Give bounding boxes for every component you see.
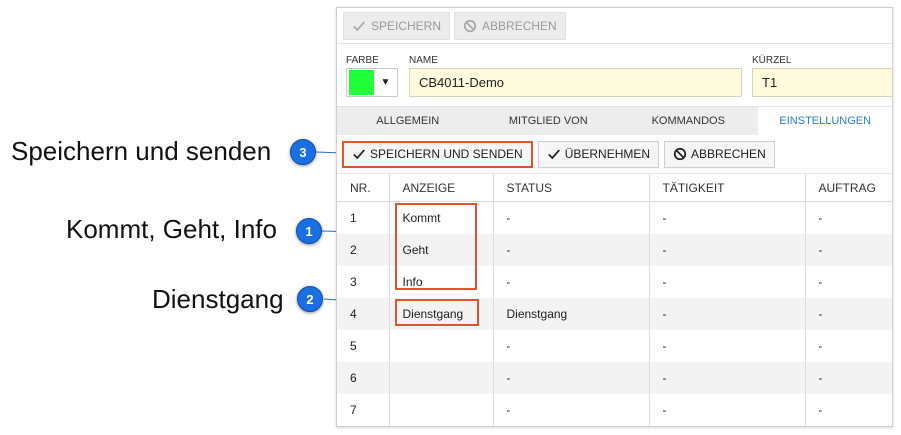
cell-auftrag[interactable]: - [804,297,892,330]
group-settings-window: SPEICHERN ABBRECHEN FARBE ▼ NAME KÜRZEL … [336,7,893,427]
cancel-settings-button[interactable]: ABBRECHEN [664,140,775,168]
name-label: NAME [409,55,438,66]
save-and-send-label: SPEICHERN UND SENDEN [370,147,523,161]
cell-taetigkeit[interactable]: - [648,201,805,234]
cell-auftrag[interactable]: - [804,393,892,426]
cell-auftrag[interactable]: - [804,201,892,234]
cell-nr: 4 [337,297,389,330]
cell-taetigkeit[interactable]: - [648,393,805,426]
color-picker[interactable]: ▼ [346,68,398,97]
cell-nr: 1 [350,210,357,225]
cancel-icon [463,19,477,33]
cell-status[interactable]: - [492,393,649,426]
header-auftrag[interactable]: AUFTRAG [804,173,892,202]
cell-status[interactable]: - [492,201,649,234]
cell-anzeige[interactable] [388,329,493,362]
highlight-box-dienstgang [395,299,479,326]
callout-badge-3: 3 [290,139,316,165]
name-input[interactable] [409,68,742,97]
cell-nr: 7 [350,402,357,417]
cell-status[interactable]: - [492,361,649,394]
cell-anzeige[interactable] [388,361,493,394]
apply-label: ÜBERNEHMEN [564,147,651,161]
callout-text-2: Dienstgang [152,284,284,314]
tab-bar: ALLGEMEIN MITGLIED VON KOMMANDOS EINSTEL… [337,106,892,135]
tab-allgemein[interactable]: ALLGEMEIN [337,107,478,135]
callout-text-3: Speichern und senden [11,136,272,166]
table-header-row: NR. ANZEIGE STATUS TÄTIGKEIT AUFTRAG [337,173,892,202]
short-label: KÜRZEL [752,55,792,66]
cell-anzeige[interactable] [388,393,493,426]
cell-nr: 2 [337,233,389,266]
cell-nr: 3 [350,274,357,289]
caret-down-icon: ▼ [380,77,391,88]
cancel-icon [673,147,687,161]
cell-taetigkeit[interactable]: - [648,329,805,362]
cell-nr: 6 [337,361,389,394]
tab-mitglied-von[interactable]: MITGLIED VON [478,107,618,135]
check-icon [353,149,365,160]
check-icon [547,149,560,160]
cell-taetigkeit[interactable]: - [648,297,805,330]
cancel-button-label: ABBRECHEN [482,19,557,33]
header-anzeige[interactable]: ANZEIGE [388,173,493,202]
settings-actionbar: SPEICHERN UND SENDEN ÜBERNEHMEN ABBRECHE… [337,135,892,173]
cell-status[interactable]: Dienstgang [492,297,649,330]
cell-taetigkeit[interactable]: - [648,265,805,298]
save-and-send-button[interactable]: SPEICHERN UND SENDEN [342,140,533,168]
cancel-button[interactable]: ABBRECHEN [454,12,566,40]
cell-auftrag[interactable]: - [804,265,892,298]
save-button[interactable]: SPEICHERN [343,12,451,40]
cell-status[interactable]: - [492,233,649,266]
color-swatch [349,70,374,95]
color-label: FARBE [346,55,379,66]
header-taetigkeit[interactable]: TÄTIGKEIT [648,173,805,202]
callout-text-1: Kommt, Geht, Info [66,214,277,244]
tab-einstellungen[interactable]: EINSTELLUNGEN [758,107,892,135]
header-fields: FARBE ▼ NAME KÜRZEL [337,44,892,106]
table-row[interactable]: 6 - - - [337,361,892,394]
cell-taetigkeit[interactable]: - [648,361,805,394]
table-row[interactable]: 5 - - - [337,329,892,362]
short-input[interactable] [752,68,892,97]
cancel-settings-label: ABBRECHEN [691,147,766,161]
callout-badge-1: 1 [296,218,322,244]
highlight-box-kommt-geht-info [395,203,477,290]
save-button-label: SPEICHERN [371,19,442,33]
top-toolbar: SPEICHERN ABBRECHEN [337,8,892,44]
cell-auftrag[interactable]: - [804,361,892,394]
cell-auftrag[interactable]: - [804,233,892,266]
table-row[interactable]: 7 - - - [337,393,892,426]
cell-auftrag[interactable]: - [804,329,892,362]
cell-status[interactable]: - [492,329,649,362]
tab-kommandos[interactable]: KOMMANDOS [618,107,759,135]
header-status[interactable]: STATUS [492,173,649,202]
check-icon [353,21,365,32]
callout-badge-2: 2 [297,286,323,312]
cell-nr: 5 [350,338,357,353]
cell-status[interactable]: - [492,265,649,298]
apply-button[interactable]: ÜBERNEHMEN [537,140,660,168]
header-nr[interactable]: NR. [337,173,389,202]
cell-taetigkeit[interactable]: - [648,233,805,266]
